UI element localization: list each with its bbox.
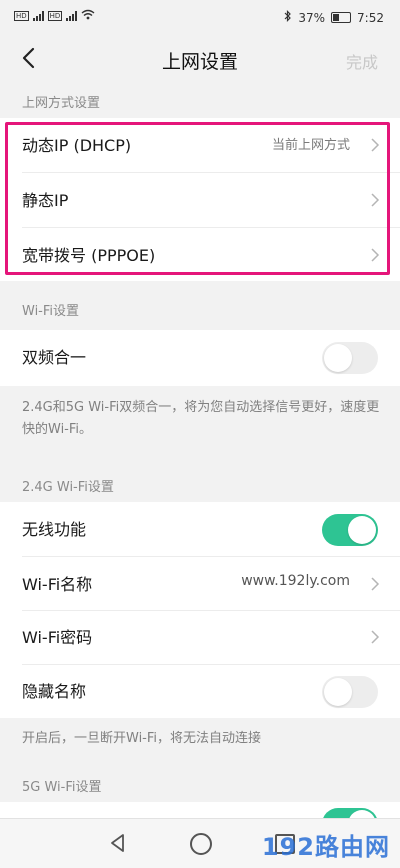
wan-item-dhcp[interactable]: 动态IP (DHCP) 当前上网方式 bbox=[0, 118, 400, 172]
hide-ssid-row: 隐藏名称 bbox=[0, 664, 400, 718]
hd-tag-1: HD bbox=[14, 11, 29, 21]
wireless-row: 无线功能 bbox=[0, 502, 400, 556]
toggle-knob bbox=[324, 678, 352, 706]
system-nav-bar: 192路由网 bbox=[0, 818, 400, 868]
wifi24-card: 无线功能 Wi-Fi名称 www.192ly.com Wi-Fi密码 隐藏名称 bbox=[0, 502, 400, 718]
wifi5-section-label: 5G Wi-Fi设置 bbox=[22, 780, 102, 795]
wan-item-static[interactable]: 静态IP bbox=[0, 173, 400, 227]
toggle-knob bbox=[324, 344, 352, 372]
ssid-value: www.192ly.com bbox=[241, 573, 350, 589]
status-left: HD HD bbox=[14, 9, 95, 23]
nav-back-icon[interactable] bbox=[108, 833, 128, 853]
ssid-label: Wi-Fi名称 bbox=[22, 575, 93, 594]
wan-card: 动态IP (DHCP) 当前上网方式 静态IP 宽带拨号 (PPPOE) bbox=[0, 118, 400, 281]
clock: 7:52 bbox=[357, 10, 384, 25]
wifi24-section-label: 2.4G Wi-Fi设置 bbox=[22, 480, 114, 495]
chevron-right-icon bbox=[371, 248, 380, 262]
signal-icon bbox=[32, 11, 44, 21]
wan-item-label: 静态IP bbox=[22, 191, 69, 210]
wifi-section-label: Wi-Fi设置 bbox=[22, 304, 80, 319]
battery-icon bbox=[331, 12, 352, 23]
nav-home-icon[interactable] bbox=[190, 833, 212, 855]
chevron-right-icon bbox=[371, 193, 380, 207]
signal-icon-2 bbox=[66, 11, 78, 21]
hide-ssid-description: 开启后，一旦断开Wi-Fi，将无法自动连接 bbox=[22, 731, 262, 746]
dual-band-description: 2.4G和5G Wi-Fi双频合一，将为您自动选择信号更好，速度更快的Wi-Fi… bbox=[22, 400, 380, 437]
done-button[interactable]: 完成 bbox=[346, 49, 378, 73]
bluetooth-icon bbox=[284, 10, 292, 25]
chevron-right-icon bbox=[371, 630, 380, 644]
watermark-text: 192路由网 bbox=[261, 833, 390, 861]
hide-ssid-label: 隐藏名称 bbox=[22, 682, 87, 701]
battery-percent: 37% bbox=[298, 10, 326, 25]
app-header: 上网设置 完成 bbox=[0, 34, 400, 84]
chevron-right-icon bbox=[371, 577, 380, 591]
wan-item-label: 宽带拨号 (PPPOE) bbox=[22, 246, 156, 265]
dual-band-label: 双频合一 bbox=[22, 348, 87, 367]
toggle-knob bbox=[348, 516, 376, 544]
wan-current-mode: 当前上网方式 bbox=[271, 138, 350, 153]
wifi-status-icon bbox=[81, 9, 95, 23]
wifi-card: 双频合一 bbox=[0, 330, 400, 386]
password-row[interactable]: Wi-Fi密码 bbox=[0, 610, 400, 664]
chevron-right-icon bbox=[371, 138, 380, 152]
dual-band-row: 双频合一 bbox=[0, 330, 400, 384]
status-bar: HD HD 37% 7:52 bbox=[0, 0, 400, 34]
password-label: Wi-Fi密码 bbox=[22, 628, 93, 647]
wan-item-pppoe[interactable]: 宽带拨号 (PPPOE) bbox=[0, 228, 400, 282]
page-title: 上网设置 bbox=[161, 51, 238, 73]
hd-tag-2: HD bbox=[47, 11, 63, 21]
wan-item-label: 动态IP (DHCP) bbox=[22, 136, 132, 155]
wireless-toggle[interactable] bbox=[322, 514, 378, 546]
wireless-label: 无线功能 bbox=[22, 520, 87, 539]
hide-ssid-toggle[interactable] bbox=[322, 676, 378, 708]
ssid-row[interactable]: Wi-Fi名称 www.192ly.com bbox=[0, 557, 400, 611]
dual-band-toggle[interactable] bbox=[322, 342, 378, 374]
wan-section-label: 上网方式设置 bbox=[22, 96, 101, 111]
status-right: 37% 7:52 bbox=[284, 10, 384, 25]
